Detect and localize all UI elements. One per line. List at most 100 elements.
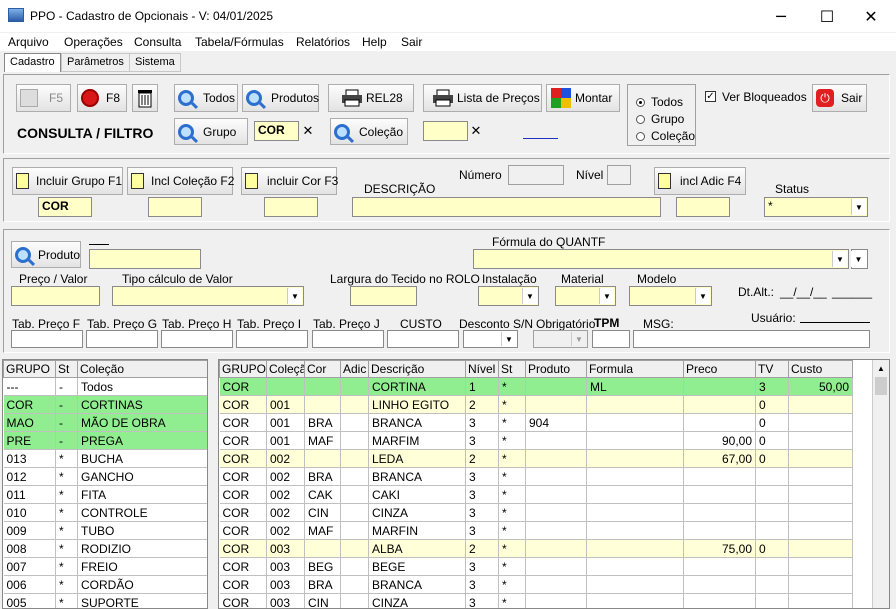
table-row[interactable]: COR002CINCINZA3*	[220, 504, 853, 522]
grupo-filter-input[interactable]: COR	[254, 121, 299, 141]
radio-todos[interactable]: Todos	[636, 95, 683, 109]
incl-colecao-button[interactable]: Incl Coleção F2	[127, 167, 233, 195]
tab-preco-h-input[interactable]	[161, 330, 233, 348]
produto-input[interactable]	[89, 249, 201, 269]
status-select[interactable]: *▼	[764, 197, 868, 217]
formula-select[interactable]: ▼	[473, 249, 849, 269]
menu-sair[interactable]: Sair	[401, 35, 422, 49]
items-grid-header[interactable]: Custo	[789, 361, 853, 378]
items-grid-header[interactable]: Formula	[587, 361, 684, 378]
colecao-filter-button[interactable]: Coleção	[330, 118, 408, 145]
table-row[interactable]: COR003BEGBEGE3*	[220, 558, 853, 576]
table-row[interactable]: PRE-PREGA	[4, 432, 209, 450]
groups-grid-header[interactable]: GRUPO	[4, 361, 56, 378]
delete-button[interactable]	[132, 84, 158, 112]
montar-button[interactable]: Montar	[546, 84, 620, 112]
items-grid-header[interactable]: TV	[756, 361, 789, 378]
preco-valor-input[interactable]	[11, 286, 100, 306]
formula-extra-select[interactable]: ▼	[851, 249, 868, 269]
tipo-calculo-select[interactable]: ▼	[112, 286, 304, 306]
cor-code-input[interactable]	[264, 197, 318, 217]
scroll-thumb[interactable]	[875, 377, 887, 395]
table-row[interactable]: COR003ALBA2*75,000	[220, 540, 853, 558]
menu-consulta[interactable]: Consulta	[134, 35, 181, 49]
groups-grid-header[interactable]: Coleção	[78, 361, 209, 378]
scroll-up-icon[interactable]: ▲	[873, 360, 889, 377]
items-grid-header[interactable]: Coleção	[267, 361, 305, 378]
largura-input[interactable]	[350, 286, 417, 306]
rel28-button[interactable]: REL28	[328, 84, 414, 112]
tab-preco-g-input[interactable]	[86, 330, 158, 348]
table-row[interactable]: COR001LINHO EGITO2*0	[220, 396, 853, 414]
modelo-select[interactable]: ▼	[629, 286, 712, 306]
table-row[interactable]: COR002LEDA2*67,000	[220, 450, 853, 468]
items-grid-header[interactable]: Descrição	[369, 361, 466, 378]
sair-button[interactable]: ⏻ Sair	[812, 84, 867, 112]
table-row[interactable]: ----Todos	[4, 378, 209, 396]
close-button[interactable]: ✕	[848, 0, 894, 32]
f5-button[interactable]: F5	[16, 84, 71, 112]
grupo-filter-button[interactable]: Grupo	[174, 118, 248, 145]
table-row[interactable]: CORCORTINA1*ML350,00	[220, 378, 853, 396]
table-row[interactable]: COR002CAKCAKI3*	[220, 486, 853, 504]
table-row[interactable]: COR003CINCINZA3*	[220, 594, 853, 609]
tab-cadastro[interactable]: Cadastro	[4, 53, 61, 72]
minimize-button[interactable]: ─	[758, 0, 804, 32]
items-grid-header[interactable]: Preco	[684, 361, 756, 378]
menu-help[interactable]: Help	[362, 35, 387, 49]
table-row[interactable]: 012*GANCHO	[4, 468, 209, 486]
maximize-button[interactable]: ☐	[804, 0, 850, 32]
table-row[interactable]: COR-CORTINAS	[4, 396, 209, 414]
adic-code-input[interactable]	[676, 197, 730, 217]
items-grid-scrollbar[interactable]: ▲	[872, 360, 889, 609]
clear-colecao-icon[interactable]: ✕	[468, 122, 484, 140]
f8-button[interactable]: F8	[77, 84, 127, 112]
incluir-grupo-button[interactable]: Incluir Grupo F1	[12, 167, 123, 195]
items-grid-header[interactable]: Cor	[305, 361, 341, 378]
radio-grupo[interactable]: Grupo	[636, 112, 684, 126]
radio-colecao[interactable]: Coleção	[636, 129, 695, 143]
colecao-code-input[interactable]	[148, 197, 202, 217]
produto-button[interactable]: Produto	[11, 241, 81, 268]
descricao-input[interactable]	[352, 197, 661, 217]
tpm-input[interactable]	[592, 330, 630, 348]
tab-sistema[interactable]: Sistema	[129, 53, 181, 72]
table-row[interactable]: 009*TUBO	[4, 522, 209, 540]
tab-parametros[interactable]: Parâmetros	[61, 53, 130, 72]
ver-bloqueados-checkbox[interactable]: ✓	[705, 91, 716, 102]
items-grid-header[interactable]: Produto	[526, 361, 587, 378]
tab-preco-f-input[interactable]	[11, 330, 83, 348]
table-row[interactable]: COR003BRABRANCA3*	[220, 576, 853, 594]
colecao-filter-input[interactable]	[423, 121, 468, 141]
table-row[interactable]: COR002BRABRANCA3*	[220, 468, 853, 486]
items-grid-header[interactable]: GRUPO	[220, 361, 267, 378]
desconto-select[interactable]: ▼	[463, 330, 518, 348]
table-row[interactable]: 008*RODIZIO	[4, 540, 209, 558]
grupo-code-input[interactable]: COR	[38, 197, 92, 217]
menu-relatorios[interactable]: Relatórios	[296, 35, 350, 49]
material-select[interactable]: ▼	[555, 286, 616, 306]
menu-operacoes[interactable]: Operações	[64, 35, 123, 49]
table-row[interactable]: 013*BUCHA	[4, 450, 209, 468]
table-row[interactable]: 005*SUPORTE	[4, 594, 209, 609]
table-row[interactable]: COR001BRABRANCA3*9040	[220, 414, 853, 432]
menu-tabela-formulas[interactable]: Tabela/Fórmulas	[195, 35, 284, 49]
table-row[interactable]: 010*CONTROLE	[4, 504, 209, 522]
tab-preco-i-input[interactable]	[236, 330, 308, 348]
table-row[interactable]: 011*FITA	[4, 486, 209, 504]
lista-precos-button[interactable]: Lista de Preços	[423, 84, 542, 112]
incl-adic-button[interactable]: incl Adic F4	[654, 167, 746, 195]
todos-button[interactable]: Todos	[174, 84, 238, 112]
tab-preco-j-input[interactable]	[312, 330, 384, 348]
instalacao-select[interactable]: ▼	[478, 286, 539, 306]
items-grid-header[interactable]: Adic	[341, 361, 369, 378]
clear-grupo-icon[interactable]: ✕	[300, 122, 316, 140]
produtos-button[interactable]: Produtos	[242, 84, 319, 112]
table-row[interactable]: COR001MAFMARFIM3*90,000	[220, 432, 853, 450]
items-grid-header[interactable]: St	[499, 361, 526, 378]
menu-arquivo[interactable]: Arquivo	[8, 35, 49, 49]
msg-input[interactable]	[633, 330, 870, 348]
custo-input[interactable]	[387, 330, 459, 348]
table-row[interactable]: 006*CORDÃO	[4, 576, 209, 594]
table-row[interactable]: 007*FREIO	[4, 558, 209, 576]
